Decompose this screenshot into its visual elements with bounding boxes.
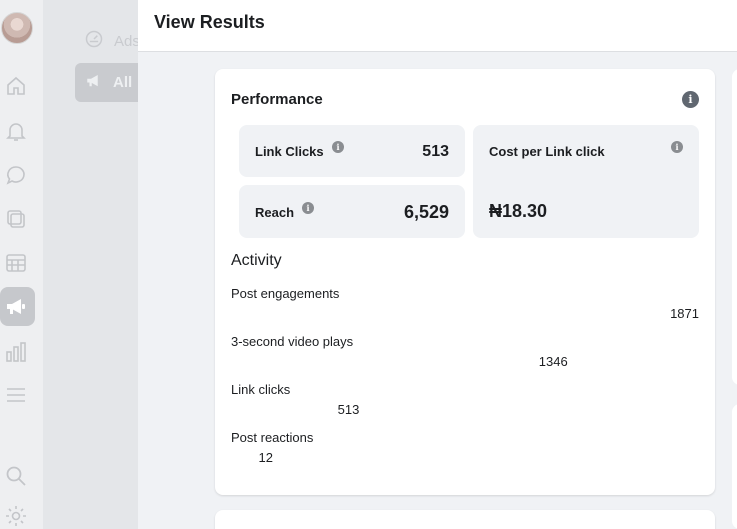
metric-value: 513 [422,143,449,160]
modal-title: View Results [154,12,265,32]
view-results-modal: View Results Performance i Link Clicks i… [138,0,737,529]
side-panel-card [732,404,737,529]
metric-label: Reach [255,205,295,220]
metric-label: Link Clicks [255,144,324,159]
activity-label: 3-second video plays [231,334,354,349]
megaphone-icon[interactable] [4,295,28,319]
metric-label: Cost per Link click [489,144,605,159]
metric-link-clicks: Link Clicks i 513 [239,125,465,177]
left-navigation-rail [0,0,43,529]
metric-value: ₦18.30 [489,201,548,221]
activity-value: 1871 [670,306,699,321]
activity-value: 12 [258,450,273,465]
insights-icon[interactable] [4,340,28,364]
performance-title: Performance [231,91,323,108]
info-icon[interactable]: i [302,202,314,214]
search-icon[interactable] [4,464,28,488]
settings-icon[interactable] [4,504,28,528]
side-panel-card [732,69,737,385]
ads-nav-label: Ads [114,32,140,50]
calendar-icon[interactable] [4,251,28,275]
info-icon[interactable]: i [332,141,344,153]
modal-header: View Results [138,0,737,52]
home-icon[interactable] [4,74,28,98]
avatar[interactable] [1,12,33,44]
secondary-card [215,510,715,529]
metric-value: 6,529 [403,202,449,222]
metric-cost-per-link-click: Cost per Link click i ₦18.30 [473,125,699,238]
bell-icon[interactable] [4,119,28,143]
activity-title: Activity [231,252,282,269]
menu-icon[interactable] [4,383,28,407]
all-ads-label: All [113,74,133,91]
activity-label: Post reactions [231,430,314,445]
info-icon[interactable]: i [671,141,683,153]
activity-label: Link clicks [231,382,291,397]
activity-label: Post engagements [231,286,340,301]
info-icon[interactable]: i [682,91,699,108]
performance-card: Performance i Link Clicks i 513 Cost per… [215,69,715,495]
megaphone-icon [85,72,103,94]
metric-reach: Reach i 6,529 [239,185,465,238]
chat-icon[interactable] [4,163,28,187]
activity-value: 513 [337,402,360,417]
pages-icon[interactable] [4,207,28,231]
activity-value: 1346 [538,354,568,369]
gauge-icon [84,29,104,53]
ads-nav-item[interactable]: Ads [84,30,140,52]
